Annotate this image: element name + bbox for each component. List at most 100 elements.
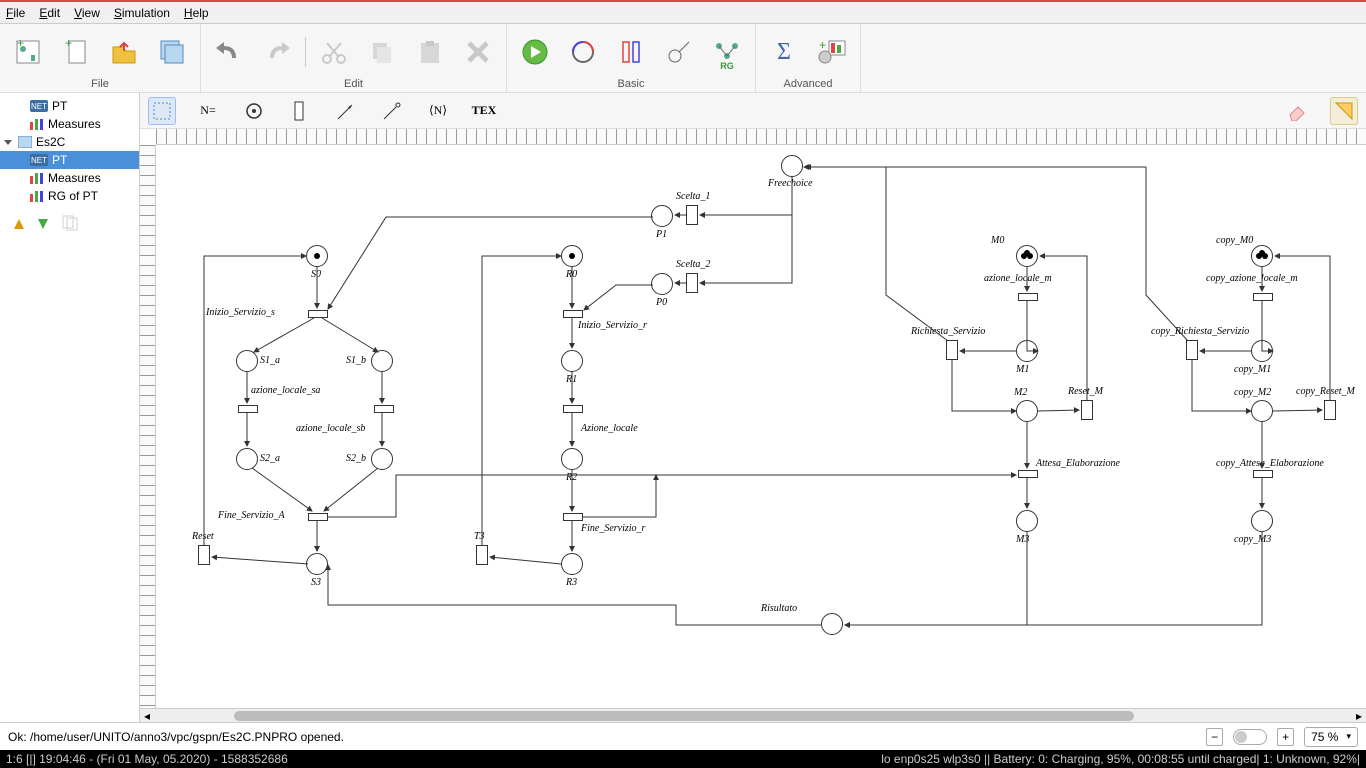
trans-scelta1[interactable] [686,205,698,225]
zoom-select[interactable]: 75 %▾ [1304,727,1358,747]
tree-pt-1[interactable]: NETPT [0,97,139,115]
svg-text:+: + [65,37,72,50]
inhibitor-tool[interactable] [378,97,406,125]
trans-inizio-s[interactable] [308,310,328,318]
trans-copy-rich[interactable] [1186,340,1198,360]
label: R1 [566,374,577,385]
trans-copy-reset-m[interactable] [1324,400,1336,420]
tree-measures-1[interactable]: Measures [0,115,139,133]
measure-button[interactable] [659,32,699,72]
settings-button[interactable]: + [812,32,852,72]
menu-simulation[interactable]: Simulation [114,6,170,20]
place-m3[interactable] [1016,510,1038,532]
label: P1 [656,229,667,240]
label: R2 [566,472,577,483]
menu-file[interactable]: FFileile [6,6,25,20]
duplicate-button[interactable] [62,215,78,234]
sigma-button[interactable]: Σ [764,32,804,72]
trans-scelta2[interactable] [686,273,698,293]
place-s1a[interactable] [236,350,258,372]
zoom-toggle[interactable] [1233,729,1267,745]
place-risultato[interactable] [821,613,843,635]
tree-rg[interactable]: RG of PT [0,187,139,205]
tree-measures-2[interactable]: Measures [0,169,139,187]
redo-button[interactable] [257,32,297,72]
place-s1b[interactable] [371,350,393,372]
clear-tool[interactable] [1284,97,1312,125]
save-all-button[interactable] [152,32,192,72]
ruler-tool[interactable] [1330,97,1358,125]
label: copy_M0 [1216,235,1253,246]
canvas[interactable]: S0 Inizio_Servizio_s S1_a S1_b azione_lo… [156,145,1366,708]
play-button[interactable] [515,32,555,72]
place-copy-m2[interactable] [1251,400,1273,422]
group-label-basic: Basic [618,78,645,90]
place-copy-m0[interactable] [1251,245,1273,267]
trans-inizio-r[interactable] [563,310,583,318]
place-r2[interactable] [561,448,583,470]
place-copy-m3[interactable] [1251,510,1273,532]
place-s2b[interactable] [371,448,393,470]
bars-icon [30,118,44,130]
trans-reset[interactable] [198,545,210,565]
menu-view[interactable]: View [74,6,100,20]
statusbar: Ok: /home/user/UNITO/anno3/vpc/gspn/Es2C… [0,722,1366,750]
place-tool[interactable] [240,97,268,125]
trans-fine-r[interactable] [563,513,583,521]
place-p0[interactable] [651,273,673,295]
place-s0[interactable] [306,245,328,267]
trans-reset-m[interactable] [1081,400,1093,420]
place-s3[interactable] [306,553,328,575]
toolbar-group-edit: Edit [201,24,507,92]
place-r1[interactable] [561,350,583,372]
copy-button[interactable] [362,32,402,72]
new-page-button[interactable]: + [56,32,96,72]
open-button[interactable] [104,32,144,72]
new-net-button[interactable]: + [8,32,48,72]
trans-rich-serv[interactable] [946,340,958,360]
place-m0[interactable] [1016,245,1038,267]
zoom-in-button[interactable]: + [1277,728,1294,746]
scrollbar-h[interactable]: ◂▸ [140,708,1366,722]
undo-button[interactable] [209,32,249,72]
tex-tool[interactable]: TEX [470,97,498,125]
unfold-button[interactable] [611,32,651,72]
menu-help[interactable]: Help [184,6,209,20]
tree-pt-2[interactable]: NETPT [0,151,139,169]
arc-tool[interactable] [332,97,360,125]
zoom-out-button[interactable]: − [1206,728,1223,746]
place-s2a[interactable] [236,448,258,470]
trans-t3[interactable] [476,545,488,565]
trans-fine-a[interactable] [308,513,328,521]
delete-button[interactable] [458,32,498,72]
label: Reset_M [1068,386,1103,397]
place-freechoice[interactable] [781,155,803,177]
bars-icon [30,190,44,202]
place-m2[interactable] [1016,400,1038,422]
place-m1[interactable] [1016,340,1038,362]
place-copy-m1[interactable] [1251,340,1273,362]
cut-button[interactable] [314,32,354,72]
transition-tool[interactable] [286,97,314,125]
token-game-button[interactable] [563,32,603,72]
place-r3[interactable] [561,553,583,575]
move-up-button[interactable] [14,218,24,232]
name-tool[interactable]: N= [194,97,222,125]
place-p1[interactable] [651,205,673,227]
trans-az-loc[interactable] [563,405,583,413]
paste-button[interactable] [410,32,450,72]
label: copy_Reset_M [1296,386,1355,397]
trans-copy-attesa[interactable] [1253,470,1273,478]
menu-edit[interactable]: Edit [39,6,60,20]
move-down-button[interactable] [38,218,48,232]
n-tool[interactable]: ⟨N⟩ [424,97,452,125]
trans-attesa[interactable] [1018,470,1038,478]
trans-az-sa[interactable] [238,405,258,413]
trans-az-loc-m[interactable] [1018,293,1038,301]
rg-button[interactable]: RG [707,32,747,72]
place-r0[interactable] [561,245,583,267]
trans-copy-az-loc-m[interactable] [1253,293,1273,301]
tree-es2c[interactable]: Es2C [0,133,139,151]
trans-az-sb[interactable] [374,405,394,413]
select-tool[interactable] [148,97,176,125]
